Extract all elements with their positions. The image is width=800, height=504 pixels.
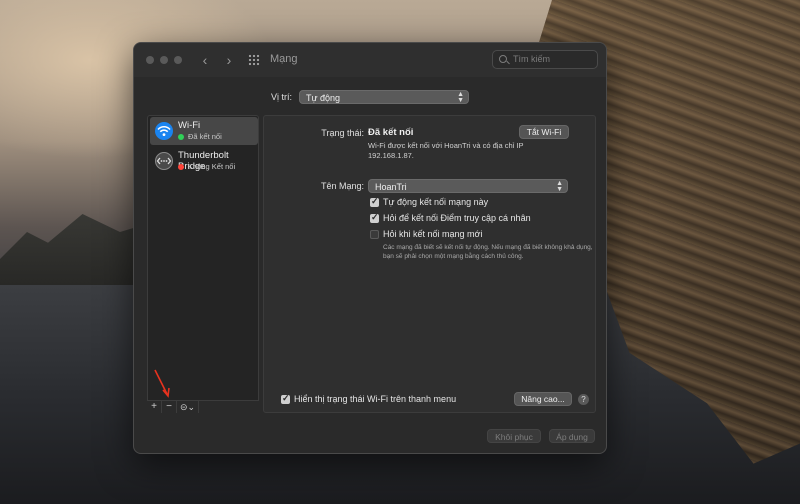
location-value: Tự động — [306, 93, 341, 103]
popup-arrows-icon: ▲ ▼ — [556, 180, 563, 193]
window-title: Mạng — [270, 53, 298, 65]
help-icon[interactable]: ? — [578, 394, 589, 405]
show-wifi-status-checkbox[interactable] — [281, 393, 290, 404]
action-menu-button[interactable]: ⊝⌄ — [177, 401, 199, 413]
show-all-grid-icon[interactable] — [248, 54, 260, 66]
service-status: Đã kết nối — [188, 132, 222, 141]
status-dot-disconnected — [178, 164, 184, 170]
revert-button[interactable]: Khôi phục — [487, 429, 541, 443]
thunderbolt-bridge-icon — [155, 152, 173, 170]
title-bar: ‹ › Mạng Tìm kiếm — [134, 43, 606, 77]
minimize-window-button[interactable] — [160, 56, 168, 64]
search-placeholder: Tìm kiếm — [513, 54, 550, 64]
known-networks-note: Các mạng đã biết sẽ kết nối tự động. Nếu… — [383, 244, 593, 260]
popup-arrows-icon: ▲ ▼ — [457, 91, 464, 104]
zoom-window-button[interactable] — [174, 56, 182, 64]
ask-new-networks-label: Hỏi khi kết nối mạng mới — [383, 229, 483, 239]
status-value: Đã kết nối — [368, 127, 414, 138]
ask-hotspot-label: Hỏi để kết nối Điểm truy cập cá nhân — [383, 213, 531, 223]
network-name-label: Tên Mạng: — [320, 181, 364, 191]
status-description: Wi-Fi được kết nối với HoanTri và có địa… — [368, 141, 524, 160]
add-service-button[interactable]: + — [147, 401, 162, 413]
search-icon — [499, 55, 507, 63]
network-name-value: HoanTri — [375, 182, 407, 192]
service-name: Wi-Fi — [178, 120, 201, 131]
ask-hotspot-checkbox[interactable] — [370, 212, 379, 223]
service-item-wifi[interactable]: Wi-Fi Đã kết nối — [150, 117, 258, 145]
network-name-select[interactable]: HoanTri ▲ ▼ — [368, 179, 568, 193]
show-wifi-status-label: Hiển thị trạng thái Wi-Fi trên thanh men… — [294, 394, 457, 404]
close-window-button[interactable] — [146, 56, 154, 64]
status-label: Trạng thái: — [321, 128, 364, 138]
service-status: Không Kết nối — [188, 162, 236, 171]
wifi-icon — [155, 122, 173, 140]
wifi-detail-panel: Trạng thái: Đã kết nối Tắt Wi-Fi Wi-Fi đ… — [263, 115, 596, 413]
location-label: Vị trí: — [271, 92, 293, 102]
status-dot-connected — [178, 134, 184, 140]
network-preferences-window: ‹ › Mạng Tìm kiếm Vị trí: Tự động ▲ ▼ Wi-… — [133, 42, 607, 454]
forward-chevron-icon[interactable]: › — [220, 51, 238, 69]
search-field[interactable]: Tìm kiếm — [492, 50, 598, 69]
auto-join-label: Tự động kết nối mạng này — [383, 197, 489, 207]
ask-new-networks-checkbox[interactable] — [370, 230, 379, 239]
back-chevron-icon[interactable]: ‹ — [196, 51, 214, 69]
location-select[interactable]: Tự động ▲ ▼ — [299, 90, 469, 104]
wallpaper-hill — [0, 214, 150, 295]
auto-join-checkbox[interactable] — [370, 196, 379, 207]
red-arrow-annotation — [154, 369, 170, 398]
advanced-button[interactable]: Nâng cao... — [514, 392, 572, 406]
service-item-thunderbolt-bridge[interactable]: Thunderbolt Bridge Không Kết nối — [150, 147, 258, 175]
remove-service-button[interactable]: − — [162, 401, 177, 413]
apply-button[interactable]: Áp dụng — [549, 429, 595, 443]
turn-off-wifi-button[interactable]: Tắt Wi-Fi — [519, 125, 569, 139]
service-list-controls: + − ⊝⌄ — [147, 400, 259, 413]
